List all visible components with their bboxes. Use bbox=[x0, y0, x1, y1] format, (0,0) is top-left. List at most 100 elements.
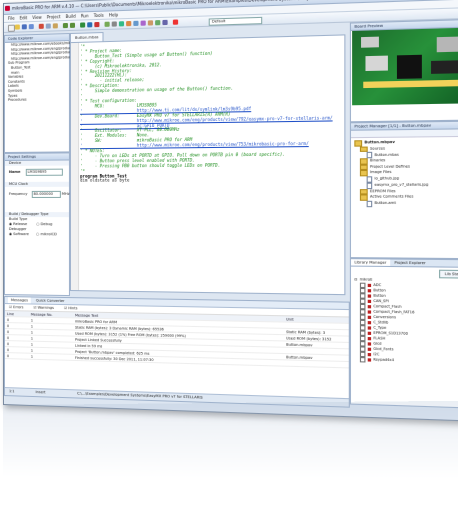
build-icon[interactable] bbox=[80, 22, 86, 28]
tab-library-manager[interactable]: Library Manager bbox=[350, 259, 390, 266]
library-icon bbox=[367, 358, 372, 362]
name-label: Name bbox=[8, 169, 21, 174]
library-icon bbox=[367, 320, 372, 325]
messages-panel: Messages Quick Converter ☑ Errors ☑ Warn… bbox=[3, 296, 350, 408]
device-label: Device bbox=[4, 160, 69, 166]
hints-label: Hints bbox=[68, 306, 78, 311]
window-reflection bbox=[3, 400, 458, 514]
editor-gutter bbox=[70, 42, 80, 291]
project-item-label: Button.amt bbox=[374, 200, 396, 206]
status-mode: Insert bbox=[35, 390, 46, 395]
frequency-unit: MHz bbox=[61, 191, 70, 196]
library-label: Keypad4x4 bbox=[373, 357, 394, 363]
menu-tools[interactable]: Tools bbox=[94, 12, 104, 19]
lib-stack-button[interactable]: Lib Stack bbox=[439, 269, 458, 279]
code-explorer-panel: Code Explorer http://www.mikroe.com/eboo… bbox=[3, 33, 80, 153]
paste-icon[interactable] bbox=[52, 23, 58, 29]
library-icon bbox=[367, 294, 372, 298]
project-item-label: Project Level Defines bbox=[369, 164, 411, 169]
project-item-label: io_github.jpg bbox=[374, 176, 400, 181]
debug-label: Debug bbox=[40, 222, 53, 227]
board-image bbox=[352, 27, 458, 106]
code-text: '* ' * Project name: ' Button_Test (Simple… bbox=[80, 38, 342, 184]
frequency-label: Frequency bbox=[8, 191, 28, 196]
seven-seg-icon[interactable] bbox=[133, 20, 139, 27]
mcu-clock-label: MCU Clock bbox=[4, 181, 69, 187]
ascii-chart-icon[interactable] bbox=[126, 20, 132, 27]
project-item-label: Active Comments Files bbox=[369, 194, 414, 199]
app-icon bbox=[4, 5, 10, 11]
project-manager-panel: Project Manager [1/1] - Button.mbpav But… bbox=[349, 120, 458, 260]
open-folder-icon[interactable] bbox=[14, 24, 20, 30]
tab-project-explorer[interactable]: Project Explorer bbox=[391, 260, 429, 267]
undo-icon[interactable] bbox=[62, 22, 68, 29]
tab-messages[interactable]: Messages bbox=[7, 297, 31, 304]
save-all-icon[interactable] bbox=[28, 24, 34, 30]
glcd-editor-icon[interactable] bbox=[147, 20, 154, 26]
tree-expand-icon[interactable]: ⊟ bbox=[354, 277, 357, 282]
message-cell: 1 bbox=[28, 353, 73, 361]
menu-run[interactable]: Run bbox=[81, 12, 89, 19]
usb-icon[interactable] bbox=[155, 20, 161, 26]
frequency-input[interactable]: 80.000000 bbox=[31, 190, 61, 198]
file-icon bbox=[366, 200, 373, 207]
tree-item[interactable]: Procedures bbox=[5, 97, 69, 103]
project-item-label: Button.mbpav bbox=[364, 140, 395, 145]
copy-icon[interactable] bbox=[45, 23, 51, 29]
project-item-label: Button.mbas bbox=[374, 152, 399, 157]
message-cell bbox=[283, 359, 349, 368]
device-name-select[interactable]: LM3S9B95 bbox=[25, 168, 63, 176]
menu-help[interactable]: Help bbox=[109, 11, 118, 18]
board-preview-panel: Board Preview bbox=[349, 18, 458, 123]
layout-combo[interactable]: Default bbox=[208, 16, 263, 26]
library-item[interactable]: Keypad4x4 bbox=[359, 356, 458, 365]
library-manager-panel: Library Manager Project Explorer Lib Sta… bbox=[349, 258, 458, 409]
errors-label: Errors bbox=[13, 305, 24, 310]
project-item[interactable]: Button.amt bbox=[354, 200, 458, 207]
library-icon bbox=[367, 288, 372, 293]
status-position: 1:1 bbox=[8, 389, 15, 394]
project-item-label: Sources bbox=[369, 146, 386, 151]
menu-build[interactable]: Build bbox=[66, 13, 76, 20]
library-icon bbox=[367, 315, 372, 319]
release-label: Release bbox=[13, 222, 28, 227]
project-settings-panel: Project Settings Device Name LM3S9B95 MC… bbox=[3, 152, 70, 297]
warnings-label: Warnings bbox=[37, 305, 54, 310]
library-icon bbox=[367, 304, 372, 309]
debug-icon[interactable] bbox=[104, 21, 110, 27]
library-icon bbox=[367, 342, 372, 346]
udp-icon[interactable] bbox=[162, 19, 168, 26]
library-icon bbox=[367, 336, 372, 341]
hardware-label: mikroICD bbox=[40, 232, 57, 237]
help-icon[interactable] bbox=[172, 19, 179, 25]
terminal-icon[interactable] bbox=[118, 21, 125, 27]
project-item-label: Image Files bbox=[369, 170, 392, 175]
library-icon bbox=[367, 326, 372, 330]
new-file-icon[interactable] bbox=[7, 24, 15, 32]
library-checkbox[interactable] bbox=[359, 356, 366, 363]
tab-quick-converter[interactable]: Quick Converter bbox=[33, 297, 68, 304]
library-icon bbox=[367, 310, 372, 314]
main-window: mikroBasic PRO for ARM v.4.10 — C:\Users… bbox=[3, 0, 458, 423]
menu-edit[interactable]: Edit bbox=[20, 14, 28, 21]
options-icon[interactable] bbox=[111, 21, 117, 27]
status-path: C:\...\Examples\Development Systems\Easy… bbox=[76, 391, 203, 400]
code-editor[interactable]: '* ' * Project name: ' Button_Test (Simple… bbox=[69, 34, 346, 296]
library-icon bbox=[367, 299, 372, 303]
project-item-label: easymx_pro_v7_stellaris.jpg bbox=[374, 182, 429, 187]
message-cell: 0 bbox=[4, 352, 29, 360]
build-all-icon[interactable] bbox=[87, 22, 93, 28]
menu-view[interactable]: View bbox=[32, 14, 41, 21]
lcd-editor-icon[interactable] bbox=[140, 20, 146, 26]
program-icon[interactable] bbox=[94, 21, 100, 28]
redo-icon[interactable] bbox=[69, 22, 76, 28]
menu-project[interactable]: Project bbox=[47, 13, 61, 21]
library-icon bbox=[367, 331, 372, 335]
library-icon bbox=[367, 283, 372, 287]
project-item-label: Binaries bbox=[369, 158, 386, 163]
software-label: Software bbox=[13, 232, 29, 237]
menu-file[interactable]: File bbox=[8, 15, 15, 22]
save-icon[interactable] bbox=[21, 24, 27, 30]
messages-table: Line Message No. Message Text Unit 0 1 mik… bbox=[4, 311, 349, 368]
cut-icon[interactable] bbox=[38, 23, 44, 29]
